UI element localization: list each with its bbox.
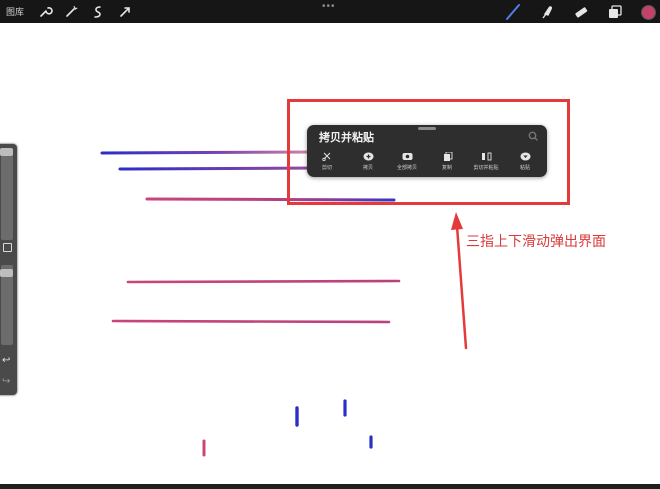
selection-icon[interactable] [89,3,107,21]
canvas-stroke [100,150,320,155]
drawing-canvas[interactable] [0,23,660,484]
magic-wand-icon[interactable] [62,3,80,21]
wrench-icon[interactable] [36,3,54,21]
top-toolbar: 图库 ••• [0,0,660,23]
annotation-text: 三指上下滑动弹出界面 [466,233,606,249]
brush-icon[interactable] [504,3,522,21]
canvas-stroke [111,319,391,324]
layers-icon[interactable] [606,3,624,21]
more-handle[interactable]: ••• [322,1,336,12]
transform-arrow-icon[interactable] [116,3,134,21]
gallery-button[interactable]: 图库 [6,5,24,18]
bottom-edge [0,484,660,489]
highlight-box [287,99,570,205]
smudge-icon[interactable] [538,3,556,21]
color-swatch-button[interactable] [641,5,656,20]
canvas-stroke [126,279,401,284]
eraser-icon[interactable] [572,3,590,21]
